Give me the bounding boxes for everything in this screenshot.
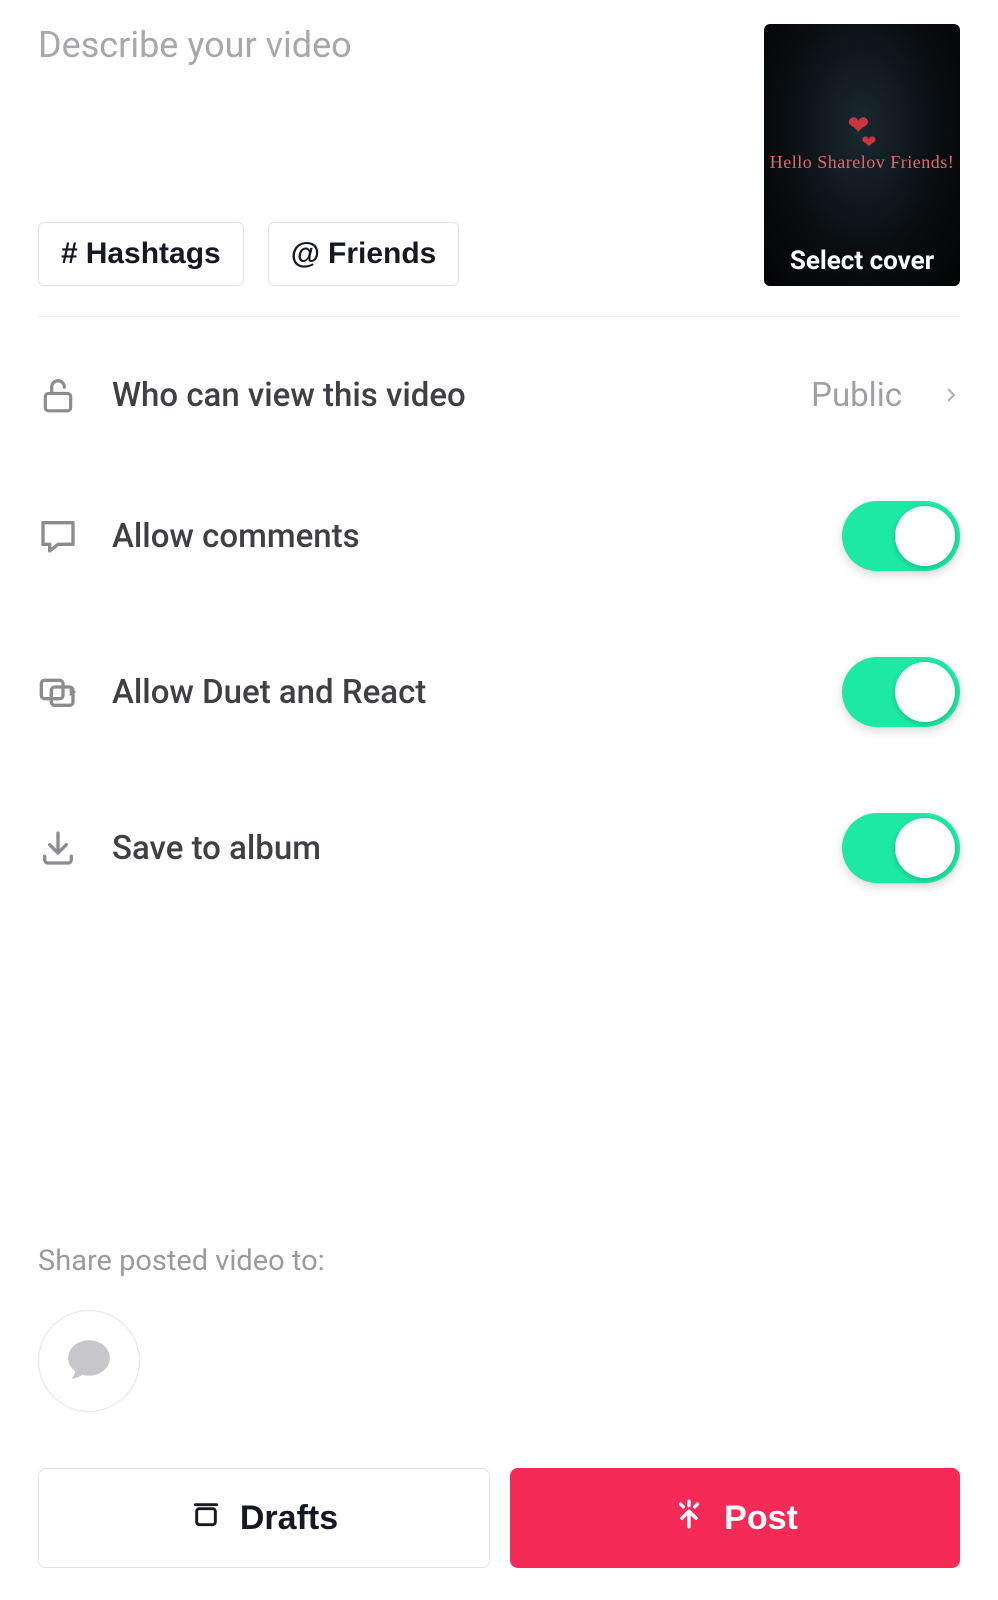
hash-icon: #	[61, 237, 78, 271]
description-input[interactable]	[38, 24, 740, 194]
share-section: Share posted video to:	[38, 1244, 960, 1412]
top-region: # Hashtags @ Friends ❤❤ Hello Sharelov F…	[38, 24, 960, 286]
chevron-right-icon	[942, 379, 960, 411]
privacy-label: Who can view this video	[112, 376, 777, 415]
bottom-bar: Drafts Post	[38, 1468, 960, 1568]
allow-comments-row: Allow comments	[38, 501, 960, 571]
allow-comments-label: Allow comments	[112, 517, 808, 556]
post-button[interactable]: Post	[510, 1468, 960, 1568]
select-cover-label: Select cover	[764, 246, 960, 276]
chat-bubble-icon	[64, 1334, 114, 1388]
hashtags-chip[interactable]: # Hashtags	[38, 222, 244, 286]
post-icon	[672, 1497, 706, 1540]
download-icon	[38, 828, 78, 868]
cover-caption-text: Hello Sharelov Friends!	[764, 152, 960, 173]
unlock-icon	[38, 375, 78, 415]
duet-icon	[38, 672, 78, 712]
description-column: # Hashtags @ Friends	[38, 24, 740, 286]
drafts-button-label: Drafts	[240, 1499, 338, 1538]
share-label: Share posted video to:	[38, 1244, 960, 1278]
divider	[38, 316, 960, 317]
allow-duet-toggle[interactable]	[842, 657, 960, 727]
post-button-label: Post	[724, 1499, 798, 1538]
allow-duet-label: Allow Duet and React	[112, 673, 808, 712]
heart-icon: ❤❤	[764, 119, 960, 145]
comment-icon	[38, 516, 78, 556]
allow-duet-row: Allow Duet and React	[38, 657, 960, 727]
save-album-row: Save to album	[38, 813, 960, 883]
hashtags-chip-label: Hashtags	[86, 237, 221, 271]
allow-comments-toggle[interactable]	[842, 501, 960, 571]
save-album-label: Save to album	[112, 829, 808, 868]
post-video-page: # Hashtags @ Friends ❤❤ Hello Sharelov F…	[0, 0, 998, 1600]
privacy-row[interactable]: Who can view this video Public	[38, 375, 960, 415]
drafts-icon	[190, 1498, 222, 1539]
at-icon: @	[291, 237, 320, 271]
cover-thumbnail[interactable]: ❤❤ Hello Sharelov Friends! Select cover	[764, 24, 960, 286]
drafts-button[interactable]: Drafts	[38, 1468, 490, 1568]
friends-chip-label: Friends	[328, 237, 436, 271]
chip-row: # Hashtags @ Friends	[38, 222, 740, 286]
share-messages-button[interactable]	[38, 1310, 140, 1412]
privacy-value: Public	[811, 376, 902, 415]
friends-chip[interactable]: @ Friends	[268, 222, 460, 286]
settings-list: Who can view this video Public Allow com…	[38, 375, 960, 883]
save-album-toggle[interactable]	[842, 813, 960, 883]
